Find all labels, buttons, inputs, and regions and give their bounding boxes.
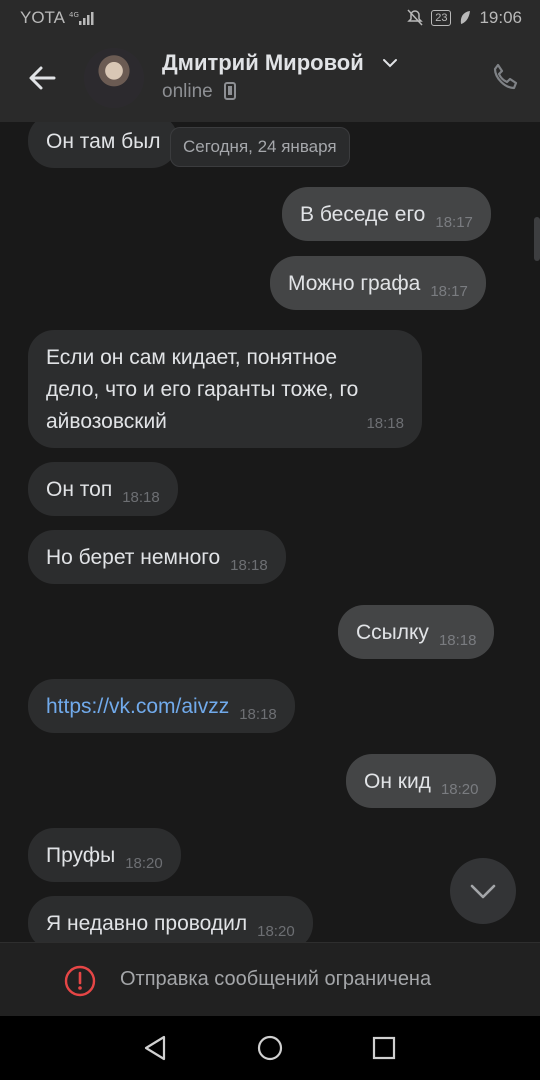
home-circle-icon[interactable]: [254, 1032, 286, 1064]
message-time: 18:20: [440, 781, 479, 798]
chat-header: Дмитрий Мировой online: [0, 36, 540, 122]
scrollbar[interactable]: [534, 217, 540, 261]
message-time: 18:20: [257, 923, 295, 940]
chevron-down-icon: [470, 884, 496, 899]
mobile-device-icon: [224, 82, 236, 100]
message-link[interactable]: https://vk.com/aivzz: [46, 695, 229, 718]
battery-level: 23: [435, 12, 448, 24]
clock: 19:06: [479, 8, 522, 27]
contact-name[interactable]: Дмитрий Мировой: [162, 50, 364, 76]
message-text: В беседе его: [300, 203, 426, 226]
message-list[interactable]: Он там был Сегодня, 24 января В беседе е…: [0, 122, 540, 942]
recents-square-icon[interactable]: [368, 1032, 400, 1064]
message-time: 18:18: [438, 632, 477, 649]
leaf-icon: [461, 11, 471, 24]
message-time: 18:18: [366, 415, 404, 432]
message-time: 18:17: [435, 214, 473, 231]
online-status: online: [162, 81, 236, 103]
restriction-text: Отправка сообщений ограничена: [120, 968, 432, 990]
svg-text:4G: 4G: [69, 11, 79, 19]
message-time: 18:17: [430, 283, 468, 300]
message-text: Ссылку: [356, 621, 429, 644]
message-time: 18:20: [125, 855, 163, 872]
message-bubble-outgoing[interactable]: Ссылку 18:18: [338, 605, 495, 659]
restriction-banner: Отправка сообщений ограничена: [0, 942, 540, 1017]
message-bubble-outgoing[interactable]: Он кид 18:20: [346, 754, 497, 808]
message-text: Но берет немного: [46, 546, 221, 569]
warning-icon: [64, 965, 96, 997]
message-text-line: Если он сам кидает, понятное: [46, 346, 338, 369]
date-separator: Сегодня, 24 января: [170, 127, 350, 167]
message-bubble-outgoing[interactable]: В беседе его 18:17: [282, 187, 491, 241]
battery-icon: 23: [431, 10, 452, 26]
message-text: Он там был: [46, 130, 161, 153]
avatar[interactable]: [84, 48, 144, 108]
message-text-line: дело, что и его гаранты тоже, го: [46, 378, 359, 401]
carrier-label: YOTA: [20, 8, 66, 27]
mute-icon: [407, 9, 424, 26]
message-bubble-incoming[interactable]: https://vk.com/aivzz 18:18: [28, 679, 295, 733]
chevron-down-icon[interactable]: [382, 55, 398, 71]
message-bubble-outgoing[interactable]: Можно графа 18:17: [270, 256, 486, 310]
back-triangle-icon[interactable]: [140, 1032, 172, 1064]
message-text-line: айвозовский: [46, 410, 167, 433]
message-text: Я недавно проводил: [46, 912, 248, 935]
signal-icon: 4G: [69, 11, 94, 25]
message-text: Он кид: [364, 770, 431, 793]
back-arrow-icon[interactable]: [24, 60, 60, 96]
message-bubble-incoming[interactable]: Он там был: [28, 122, 179, 168]
message-bubble-incoming[interactable]: Но берет немного 18:18: [28, 530, 286, 584]
status-bar: YOTA 4G 23 19:06: [0, 0, 540, 36]
phone-icon[interactable]: [490, 62, 520, 92]
message-time: 18:18: [230, 557, 268, 574]
message-time: 18:18: [239, 706, 277, 723]
message-text: Он топ: [46, 478, 113, 501]
message-time: 18:18: [122, 489, 160, 506]
message-bubble-incoming[interactable]: Пруфы 18:20: [28, 828, 181, 882]
online-status-label: online: [162, 81, 213, 102]
message-bubble-incoming[interactable]: Если он сам кидает, понятное дело, что и…: [28, 330, 422, 448]
scroll-down-button[interactable]: [450, 858, 516, 924]
message-bubble-incoming[interactable]: Я недавно проводил 18:20: [28, 896, 313, 942]
message-text: Пруфы: [46, 844, 116, 867]
message-bubble-incoming[interactable]: Он топ 18:18: [28, 462, 178, 516]
message-text: Можно графа: [288, 272, 421, 295]
system-nav-bar: [0, 1016, 540, 1080]
